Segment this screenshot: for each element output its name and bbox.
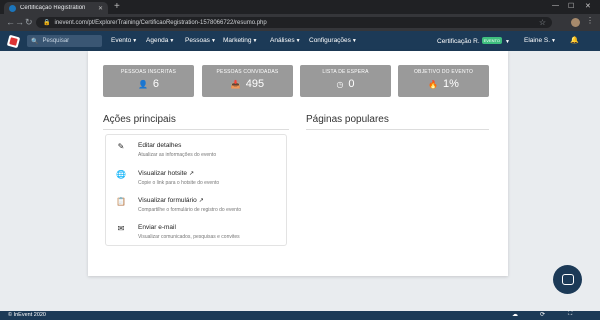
browser-menu-icon[interactable]: ⋮ bbox=[586, 16, 594, 25]
chat-support-button[interactable] bbox=[553, 265, 582, 294]
action-enviar-email[interactable]: ✉ Enviar e-mail Visualizar comunicados, … bbox=[106, 220, 288, 246]
inevent-logo-icon[interactable] bbox=[6, 34, 21, 49]
stat-lista-de-espera[interactable]: LISTA DE ESPERA ◷ 0 bbox=[300, 65, 391, 97]
actions-list: ✎ Editar detalhes Atualizar as informaçõ… bbox=[105, 134, 287, 246]
envelope-icon: ✉ bbox=[117, 224, 125, 233]
search-placeholder: Pesquisar bbox=[42, 38, 70, 44]
chevron-down-icon: ▼ bbox=[252, 38, 258, 44]
person-icon: 👤 bbox=[137, 79, 148, 89]
notification-bell-icon[interactable]: 🔔 bbox=[570, 36, 579, 44]
url-field[interactable]: 🔒 inevent.com/pt/ExplorerTraining/Certif… bbox=[36, 17, 552, 28]
bookmark-star-icon[interactable]: ☆ bbox=[539, 18, 546, 27]
chevron-down-icon: ▼ bbox=[351, 38, 357, 44]
menu-evento[interactable]: Evento▼ bbox=[111, 37, 137, 44]
reload-icon[interactable]: ↻ bbox=[25, 17, 33, 28]
external-link-icon: ↗ bbox=[189, 171, 195, 177]
maximize-icon[interactable]: ☐ bbox=[568, 2, 574, 10]
user-menu[interactable]: Elaine S.▼ bbox=[524, 37, 556, 44]
close-window-icon[interactable]: ✕ bbox=[585, 2, 591, 10]
stat-objetivo-do-evento[interactable]: OBJETIVO DO EVENTO 🔥 1% bbox=[398, 65, 489, 97]
chevron-down-icon: ▼ bbox=[295, 38, 301, 44]
event-selector[interactable]: Certificação R. EVENTO ▼ bbox=[437, 37, 510, 45]
divider bbox=[306, 129, 489, 130]
stat-pessoas-convidadas[interactable]: PESSOAS CONVIDADAS 📥 495 bbox=[202, 65, 293, 97]
sync-icon[interactable]: ⟳ bbox=[540, 311, 545, 318]
close-tab-icon[interactable]: ✕ bbox=[98, 5, 103, 12]
stat-pessoas-inscritas[interactable]: PESSOAS INSCRITAS 👤 6 bbox=[103, 65, 194, 97]
footer: © InEvent 2020 ☁ ⟳ ⛶ bbox=[0, 311, 600, 320]
menu-agenda[interactable]: Agenda▼ bbox=[146, 37, 174, 44]
chevron-down-icon: ▼ bbox=[551, 38, 556, 44]
globe-icon: 🌐 bbox=[116, 170, 126, 179]
browser-tab-bar: Certificação Registration ✕ + — ☐ ✕ bbox=[0, 0, 600, 14]
expand-icon[interactable]: ⛶ bbox=[568, 311, 572, 318]
browser-tab[interactable]: Certificação Registration ✕ bbox=[4, 2, 108, 14]
favicon-icon bbox=[9, 4, 16, 12]
divider bbox=[103, 129, 289, 130]
browser-profile-avatar[interactable] bbox=[571, 18, 580, 27]
menu-configuracoes[interactable]: Configurações▼ bbox=[309, 37, 357, 44]
chevron-down-icon: ▼ bbox=[505, 39, 510, 45]
address-bar: ← → ↻ 🔒 inevent.com/pt/ExplorerTraining/… bbox=[0, 14, 600, 31]
clock-icon: ◷ bbox=[336, 79, 344, 89]
menu-analises[interactable]: Análises▼ bbox=[270, 37, 301, 44]
action-visualizar-formulario[interactable]: 📋 Visualizar formulário ↗ Compartilhe o f… bbox=[106, 193, 288, 219]
url-text: inevent.com/pt/ExplorerTraining/Certific… bbox=[54, 19, 267, 26]
copyright-text: © InEvent 2020 bbox=[8, 312, 46, 318]
action-visualizar-hotsite[interactable]: 🌐 Visualizar hotsite ↗ Copie o link para … bbox=[106, 166, 288, 192]
inbox-icon: 📥 bbox=[230, 79, 241, 89]
new-tab-button[interactable]: + bbox=[114, 1, 120, 12]
clipboard-icon: 📋 bbox=[116, 197, 126, 206]
search-icon: 🔍 bbox=[31, 38, 39, 45]
flame-icon: 🔥 bbox=[428, 79, 439, 89]
chevron-down-icon: ▼ bbox=[132, 38, 138, 44]
chevron-down-icon: ▼ bbox=[210, 38, 216, 44]
minimize-icon[interactable]: — bbox=[552, 2, 559, 9]
search-input[interactable]: 🔍 Pesquisar bbox=[27, 35, 102, 47]
menu-pessoas[interactable]: Pessoas▼ bbox=[185, 37, 216, 44]
action-editar-detalhes[interactable]: ✎ Editar detalhes Atualizar as informaçõ… bbox=[106, 138, 288, 164]
back-icon[interactable]: ← bbox=[6, 17, 15, 27]
popular-section-title: Páginas populares bbox=[306, 114, 389, 125]
dashboard-card: PESSOAS INSCRITAS 👤 6 PESSOAS CONVIDADAS … bbox=[88, 51, 508, 276]
event-status-badge: EVENTO bbox=[481, 37, 502, 44]
app-navbar: 🔍 Pesquisar Evento▼ Agenda▼ Pessoas▼ Mar… bbox=[0, 31, 600, 51]
lock-icon: 🔒 bbox=[43, 20, 51, 26]
external-link-icon: ↗ bbox=[198, 198, 204, 204]
menu-marketing[interactable]: Marketing▼ bbox=[223, 37, 258, 44]
chevron-down-icon: ▼ bbox=[169, 38, 175, 44]
cloud-icon[interactable]: ☁ bbox=[512, 311, 518, 318]
chat-icon bbox=[561, 274, 574, 285]
tab-title: Certificação Registration bbox=[20, 5, 86, 11]
actions-section-title: Ações principais bbox=[103, 114, 176, 125]
forward-icon[interactable]: → bbox=[15, 17, 24, 27]
pencil-icon: ✎ bbox=[117, 142, 125, 151]
